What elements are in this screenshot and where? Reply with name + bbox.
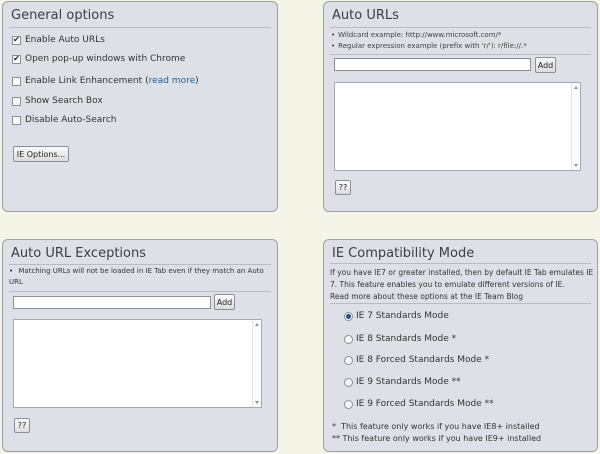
divider <box>330 54 591 55</box>
disable-auto-search-label: Disable Auto-Search <box>25 115 117 125</box>
general-options-panel: General options ✔ Enable Auto URLs ✔ Ope… <box>2 1 278 212</box>
auto-url-input[interactable] <box>334 58 531 71</box>
footnote-ie8: * This feature only works if you have IE… <box>332 422 540 431</box>
scroll-up-icon[interactable] <box>574 86 578 89</box>
link-enhancement-option[interactable]: Enable Link Enhancement (read more) <box>12 76 199 86</box>
ie8-standards-label: IE 8 Standards Mode * <box>356 334 457 344</box>
footnote-ie9: ** This feature only works if you have I… <box>332 434 542 443</box>
ie8-forced-standards-option[interactable]: IE 8 Forced Standards Mode * <box>344 355 489 365</box>
checkmark-icon: ✔ <box>13 54 20 63</box>
scroll-down-icon[interactable] <box>255 401 259 404</box>
disable-auto-search-option[interactable]: Disable Auto-Search <box>12 115 116 125</box>
radio-selected-dot <box>346 313 351 319</box>
show-search-box-option[interactable]: Show Search Box <box>12 96 103 106</box>
divider <box>9 291 271 292</box>
divider <box>330 303 591 304</box>
add-exception-button[interactable]: Add <box>214 294 235 310</box>
ie8-forced-standards-radio[interactable] <box>344 355 353 365</box>
read-more-link[interactable]: read more <box>149 76 195 86</box>
ie9-standards-option[interactable]: IE 9 Standards Mode ** <box>344 377 461 387</box>
exceptions-help-button[interactable]: ?? <box>14 418 30 433</box>
exception-url-input[interactable] <box>13 296 211 309</box>
general-options-title: General options <box>11 8 115 23</box>
ie8-standards-option[interactable]: IE 8 Standards Mode * <box>344 334 456 344</box>
ie9-standards-label: IE 9 Standards Mode ** <box>356 377 461 387</box>
auto-urls-help-button[interactable]: ?? <box>335 180 351 195</box>
compat-description: If you have IE7 or greater installed, th… <box>330 268 594 289</box>
divider <box>9 264 271 265</box>
ie-team-blog-link[interactable]: Read more about these options at the IE … <box>330 291 523 302</box>
enable-auto-urls-label: Enable Auto URLs <box>25 35 105 45</box>
checkmark-icon: ✔ <box>13 35 20 44</box>
scroll-up-icon[interactable] <box>255 323 259 326</box>
exceptions-description: Matching URLs will not be loaded in IE T… <box>9 266 271 288</box>
auto-urls-panel: Auto URLs Wildcard example: http://www.m… <box>323 1 598 212</box>
divider <box>9 27 271 28</box>
add-auto-url-button[interactable]: Add <box>535 57 556 73</box>
link-enhancement-label: Enable Link Enhancement <box>25 76 143 86</box>
link-enhancement-checkbox[interactable] <box>12 76 21 86</box>
scrollbar[interactable] <box>571 83 580 170</box>
ie9-forced-standards-label: IE 9 Forced Standards Mode ** <box>356 399 494 409</box>
exceptions-list[interactable] <box>13 319 262 408</box>
open-popups-label: Open pop-up windows with Chrome <box>25 54 186 64</box>
disable-auto-search-checkbox[interactable] <box>12 115 21 125</box>
scrollbar[interactable] <box>252 320 261 407</box>
ie-compat-panel: IE Compatibility Mode If you have IE7 or… <box>323 239 598 452</box>
ie8-forced-standards-label: IE 8 Forced Standards Mode * <box>356 355 490 365</box>
enable-auto-urls-checkbox[interactable]: ✔ <box>12 35 21 45</box>
auto-urls-title: Auto URLs <box>332 8 399 23</box>
open-popups-option[interactable]: ✔ Open pop-up windows with Chrome <box>12 54 185 64</box>
ie9-standards-radio[interactable] <box>344 377 353 387</box>
ie7-standards-radio[interactable] <box>344 311 353 321</box>
ie8-standards-radio[interactable] <box>344 334 353 344</box>
divider <box>330 27 591 28</box>
show-search-box-label: Show Search Box <box>25 96 103 106</box>
open-popups-checkbox[interactable]: ✔ <box>12 54 21 64</box>
wildcard-example: Wildcard example: http://www.microsoft.c… <box>331 31 501 39</box>
scroll-down-icon[interactable] <box>574 164 578 167</box>
regex-example: Regular expression example (prefix with … <box>331 42 527 50</box>
ie7-standards-label: IE 7 Standards Mode <box>356 311 449 321</box>
ie9-forced-standards-radio[interactable] <box>344 399 353 409</box>
ie9-forced-standards-option[interactable]: IE 9 Forced Standards Mode ** <box>344 399 494 409</box>
ie7-standards-option[interactable]: IE 7 Standards Mode <box>344 311 449 321</box>
auto-url-exceptions-panel: Auto URL Exceptions Matching URLs will n… <box>2 239 278 452</box>
show-search-box-checkbox[interactable] <box>12 96 21 106</box>
ie-options-button[interactable]: IE Options... <box>13 146 69 162</box>
auto-urls-list[interactable] <box>334 82 581 171</box>
enable-auto-urls-option[interactable]: ✔ Enable Auto URLs <box>12 35 105 45</box>
ie-compat-title: IE Compatibility Mode <box>332 246 475 261</box>
read-more-close-paren: ) <box>195 76 199 86</box>
divider <box>330 263 591 264</box>
auto-url-exceptions-title: Auto URL Exceptions <box>11 246 146 261</box>
